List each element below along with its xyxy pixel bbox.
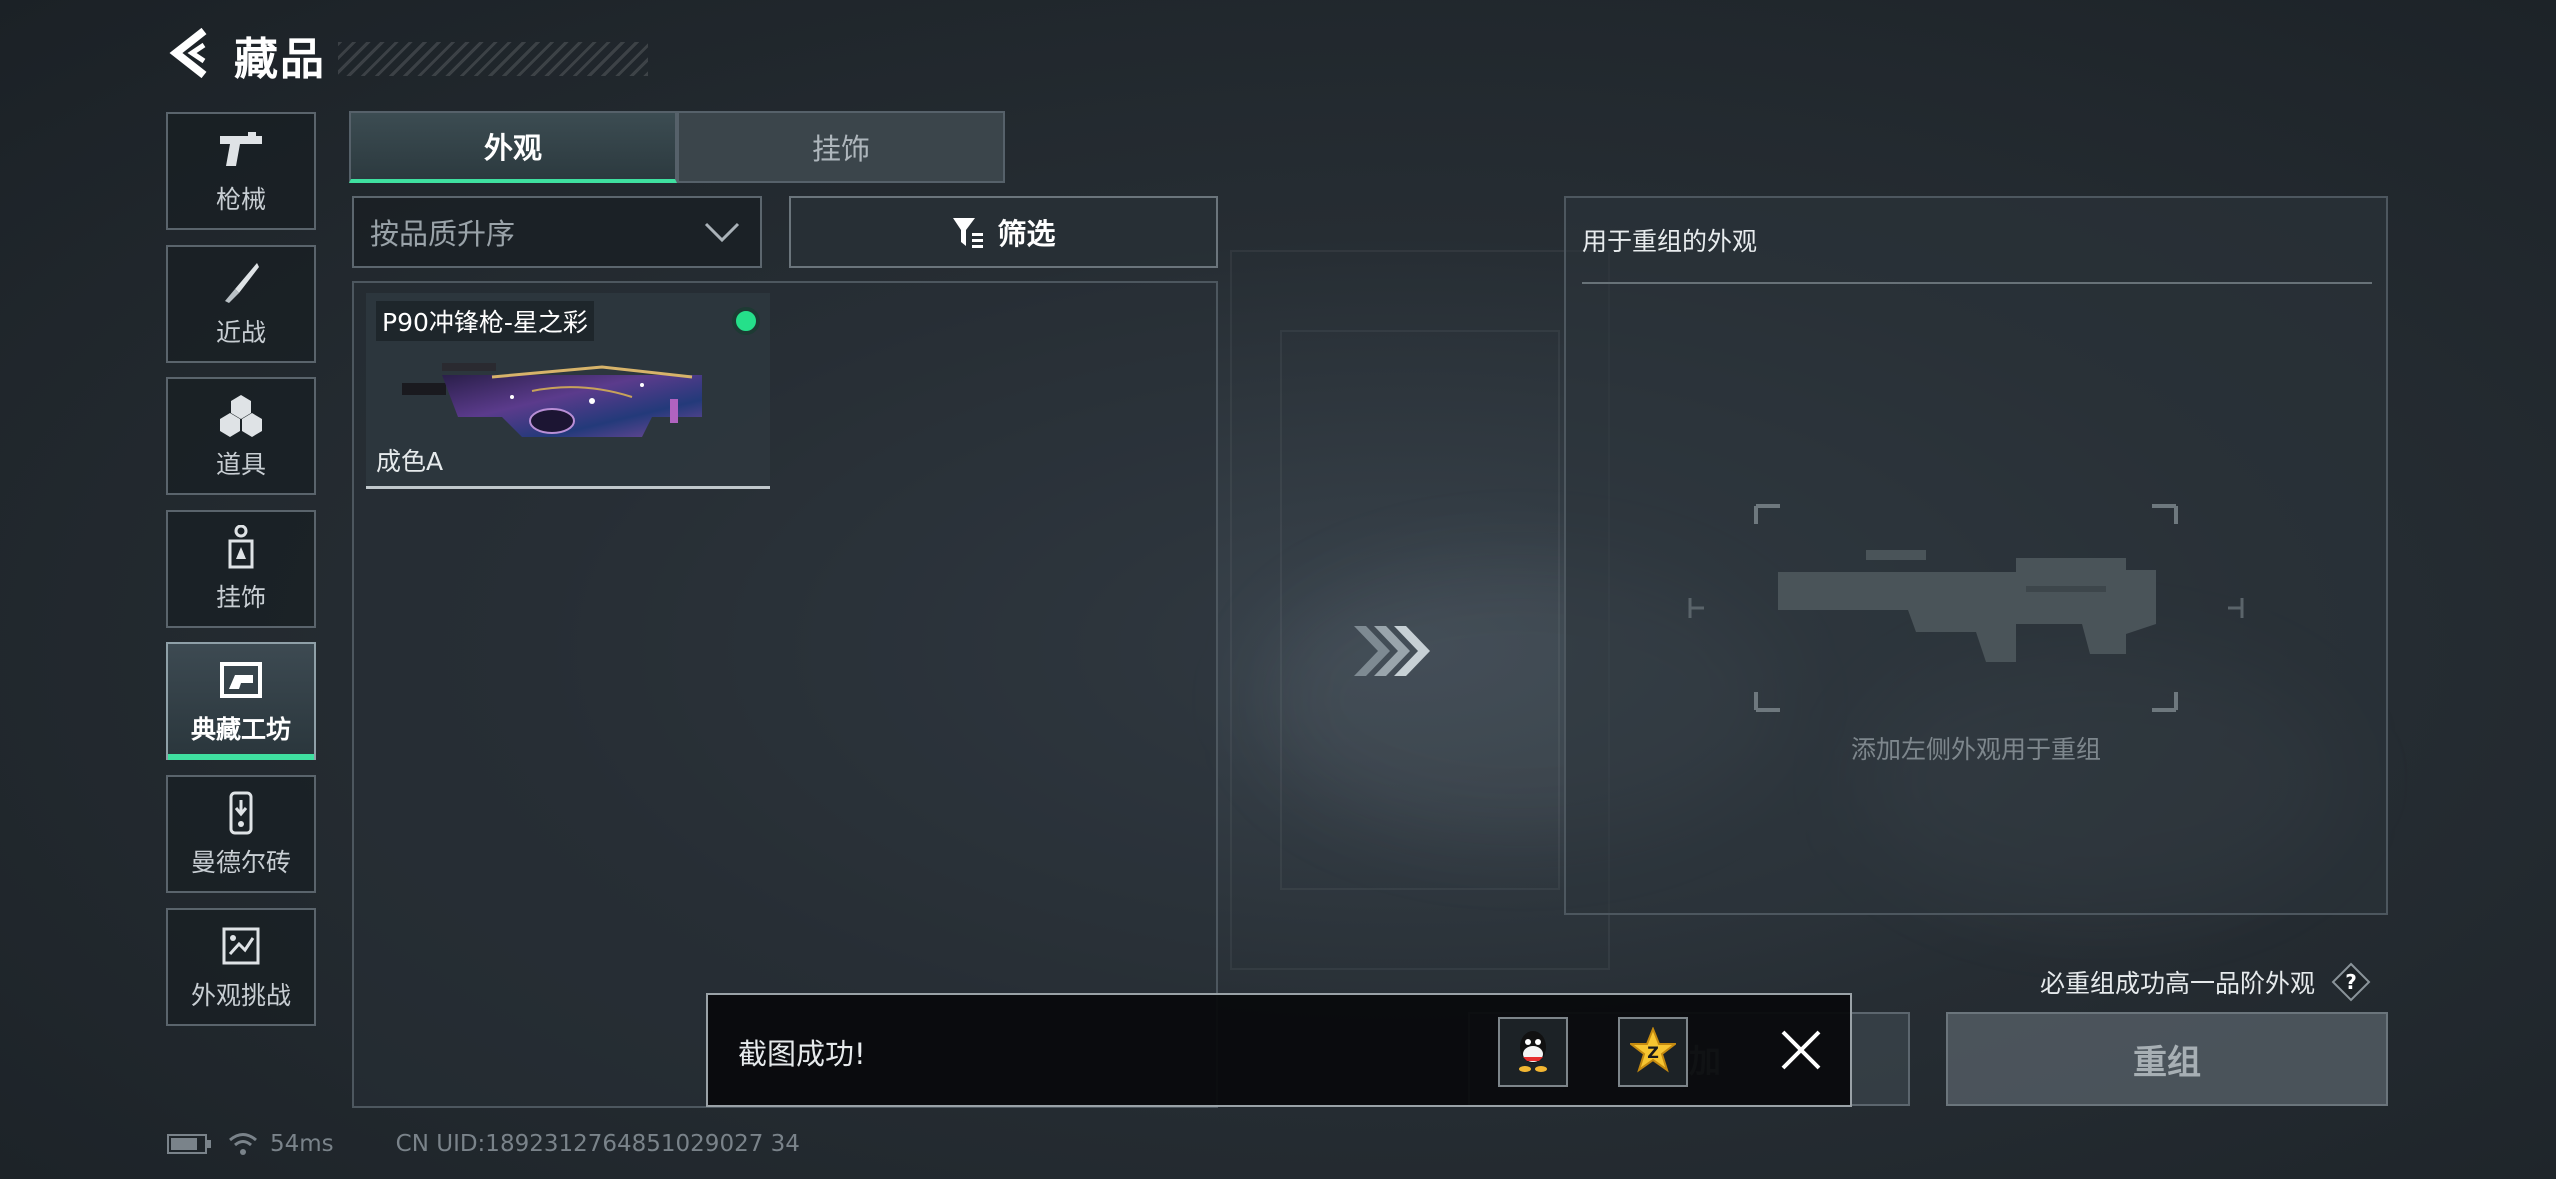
sidebar-item-guns[interactable]: 枪械 [166,112,316,230]
empty-slot-placeholder[interactable] [1686,498,2246,718]
battery-icon [166,1132,212,1156]
workshop-icon [217,656,265,704]
toast-message: 截图成功! [738,1037,866,1071]
sidebar-item-challenges[interactable]: 外观挑战 [166,908,316,1026]
sort-value: 按品质升序 [370,217,516,251]
pistol-icon [217,126,265,174]
share-qzone-button[interactable]: Z [1618,1017,1688,1087]
ping-value: 54ms [270,1131,334,1157]
help-button[interactable]: ? [2331,962,2371,1002]
wifi-icon [228,1131,258,1157]
skin-item-grade: 成色A [376,447,444,476]
sidebar-item-label: 曼德尔砖 [190,848,291,877]
sidebar-item-melee[interactable]: 近战 [166,245,316,363]
guarantee-note: 必重组成功高一品阶外观 ? [2040,962,2371,1002]
status-bar: 54ms CN UID:1892312764851029027 34 [166,1126,800,1162]
qzone-icon: Z [1628,1026,1678,1077]
p90-smg-image [402,363,702,437]
page-title: 藏品 [234,34,326,85]
skin-item-card[interactable]: P90冲锋枪-星之彩 成色A [366,293,770,489]
filter-label: 筛选 [997,217,1056,251]
recompose-hint: 添加左侧外观用于重组 [1850,735,2101,764]
sidebar-item-gadgets[interactable]: 道具 [166,377,316,495]
sidebar-item-label: 枪械 [215,185,266,214]
share-qq-button[interactable] [1498,1017,1568,1087]
filter-button[interactable]: 筛选 [789,196,1218,268]
title-decoration [338,42,648,76]
close-icon [1780,1029,1822,1075]
tab-charms[interactable]: 挂饰 [677,111,1005,183]
recompose-title: 用于重组的外观 [1582,227,1758,256]
challenge-icon [217,922,265,970]
sidebar-item-label: 道具 [215,450,266,479]
header: 藏品 [166,22,648,88]
sidebar-item-label: 近战 [215,318,266,347]
tab-bar: 外观 挂饰 [349,111,1005,183]
skin-list-panel: P90冲锋枪-星之彩 成色A [352,281,1218,1108]
sidebar-item-charms[interactable]: 挂饰 [166,510,316,628]
sidebar-item-workshop[interactable]: 典藏工坊 [166,642,316,760]
sidebar-item-label: 典藏工坊 [190,715,291,744]
back-button[interactable] [166,22,214,88]
filter-icon [951,215,985,249]
recompose-panel: 用于重组的外观 添加左侧外观用于重组 [1564,196,2388,915]
sidebar-item-label: 挂饰 [215,583,266,612]
screenshot-toast: 截图成功! Z [706,993,1852,1107]
sidebar-item-label: 外观挑战 [190,981,291,1010]
tab-skins[interactable]: 外观 [349,111,677,183]
knife-icon [217,259,265,307]
triple-chevron-right-icon [1350,622,1434,684]
background-frame [1280,330,1560,890]
recompose-button[interactable]: 重组 [1946,1012,2388,1106]
chevron-down-icon [702,218,742,253]
skin-item-name: P90冲锋枪-星之彩 [376,301,594,341]
sort-dropdown[interactable]: 按品质升序 [352,196,762,268]
guarantee-text: 必重组成功高一品阶外观 [2040,969,2316,998]
help-label: ? [2345,970,2357,994]
owned-indicator [732,307,760,335]
qq-icon [1513,1027,1553,1077]
divider [1582,282,2372,284]
brick-icon [217,789,265,837]
user-uid: CN UID:1892312764851029027 34 [395,1131,800,1157]
qzone-letter: Z [1647,1043,1659,1062]
toast-close-button[interactable] [1766,1017,1836,1087]
back-arrow-icon [168,27,212,83]
grenade-icon [217,391,265,439]
sidebar-item-mandel-brick[interactable]: 曼德尔砖 [166,775,316,893]
charm-icon [217,524,265,572]
